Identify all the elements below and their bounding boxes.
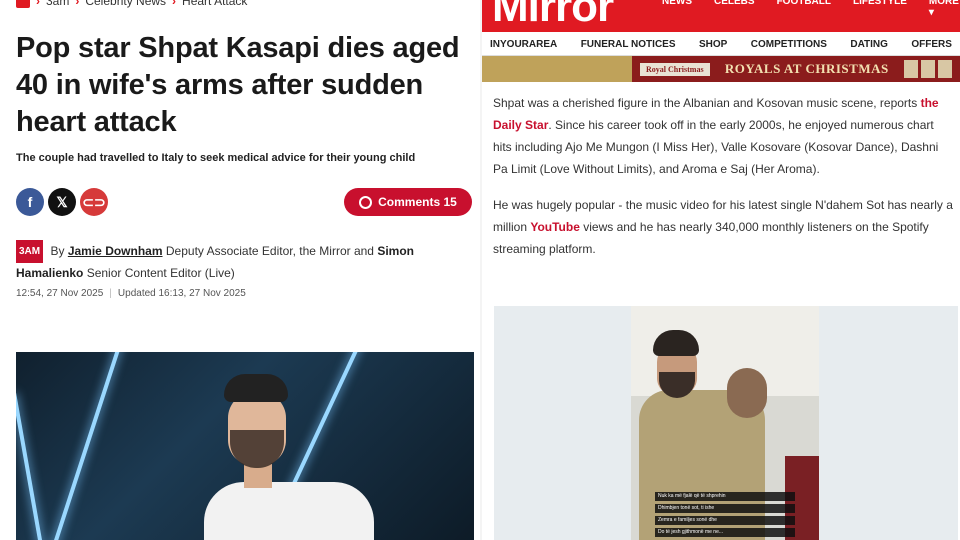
article-right-panel: Mirror NEWS CELEBS FOOTBALL LIFESTYLE MO… [482, 0, 960, 540]
byline: 3AM By Jamie Downham Deputy Associate Ed… [16, 240, 472, 284]
instagram-story-frame: Nuk ka më fjalë që të shprehin Dhimbjen … [631, 306, 819, 540]
screenshot-composite: › 3am › Celebrity News › Heart Attack Po… [0, 0, 960, 540]
article-left-panel: › 3am › Celebrity News › Heart Attack Po… [0, 0, 480, 540]
author-role: Senior Content Editor (Live) [86, 266, 235, 280]
published-time: 12:54, 27 Nov 2025 [16, 288, 104, 299]
chevron-right-icon: › [75, 0, 80, 8]
nav-item-football[interactable]: FOOTBALL [777, 0, 831, 18]
paragraph: Shpat was a cherished figure in the Alba… [493, 96, 939, 176]
subnav-item-offers[interactable]: OFFERS [911, 39, 952, 50]
promo-banner[interactable]: Royal Christmas ROYALS AT CHRISTMAS [482, 56, 960, 82]
site-header: Mirror NEWS CELEBS FOOTBALL LIFESTYLE MO… [482, 0, 960, 32]
promo-title: ROYALS AT CHRISTMAS [724, 61, 889, 76]
child-figure [727, 368, 767, 418]
comment-bubble-icon [359, 195, 373, 209]
nav-item-celebs[interactable]: CELEBS [714, 0, 755, 18]
x-share-icon[interactable]: 𝕏 [48, 188, 76, 216]
comments-button[interactable]: Comments 15 [344, 188, 472, 216]
byline-by: By [50, 244, 65, 258]
section-badge: 3AM [16, 240, 44, 263]
updated-time: Updated 16:13, 27 Nov 2025 [117, 288, 246, 299]
subnav-item-dating[interactable]: DATING [850, 39, 888, 50]
breadcrumb: › 3am › Celebrity News › Heart Attack [16, 0, 247, 8]
subnav-item-inyourarea[interactable]: INYOURAREA [490, 39, 557, 50]
article-body: Shpat was a cherished figure in the Alba… [493, 92, 953, 274]
article-headline: Pop star Shpat Kasapi dies aged 40 in wi… [16, 32, 460, 138]
paragraph: He was hugely popular - the music video … [493, 198, 953, 256]
embedded-story-image: Nuk ka më fjalë që të shprehin Dhimbjen … [494, 306, 958, 540]
chevron-right-icon: › [36, 0, 40, 8]
copy-link-icon[interactable]: ⊂⊃ [80, 188, 108, 216]
neon-light [16, 392, 44, 540]
nav-item-lifestyle[interactable]: LIFESTYLE [853, 0, 907, 18]
chevron-right-icon: › [172, 0, 177, 8]
youtube-link[interactable]: YouTube [530, 220, 580, 234]
date-separator: | [109, 288, 112, 299]
share-bar: f 𝕏 ⊂⊃ [16, 188, 108, 216]
facebook-share-icon[interactable]: f [16, 188, 44, 216]
author-link[interactable]: Jamie Downham [68, 244, 163, 258]
secondary-nav: INYOURAREA FUNERAL NOTICES SHOP COMPETIT… [482, 34, 960, 56]
breadcrumb-item[interactable]: Heart Attack [182, 0, 247, 8]
comments-label: Comments 15 [378, 195, 457, 209]
article-dates: 12:54, 27 Nov 2025 | Updated 16:13, 27 N… [16, 288, 246, 299]
neon-light [49, 352, 127, 540]
subnav-item-competitions[interactable]: COMPETITIONS [751, 39, 827, 50]
breadcrumb-item[interactable]: Celebrity News [85, 0, 166, 8]
primary-nav: NEWS CELEBS FOOTBALL LIFESTYLE MORE ▾ [662, 0, 960, 18]
hero-image [16, 352, 474, 540]
singer-portrait [204, 366, 374, 540]
author-role: Deputy Associate Editor, the Mirror and [165, 244, 374, 258]
article-subheadline: The couple had travelled to Italy to see… [16, 152, 416, 164]
story-caption: Nuk ka më fjalë që të shprehin Dhimbjen … [655, 492, 795, 537]
site-logo[interactable]: Mirror [492, 0, 614, 32]
promo-badge: Royal Christmas [640, 62, 710, 76]
subnav-item-shop[interactable]: SHOP [699, 39, 727, 50]
nav-item-more[interactable]: MORE ▾ [929, 0, 960, 18]
breadcrumb-item[interactable]: 3am [46, 0, 69, 8]
promo-thumbnails [904, 60, 952, 78]
subnav-item-funeral-notices[interactable]: FUNERAL NOTICES [581, 39, 676, 50]
site-logo-icon[interactable] [16, 0, 30, 8]
nav-item-news[interactable]: NEWS [662, 0, 692, 18]
